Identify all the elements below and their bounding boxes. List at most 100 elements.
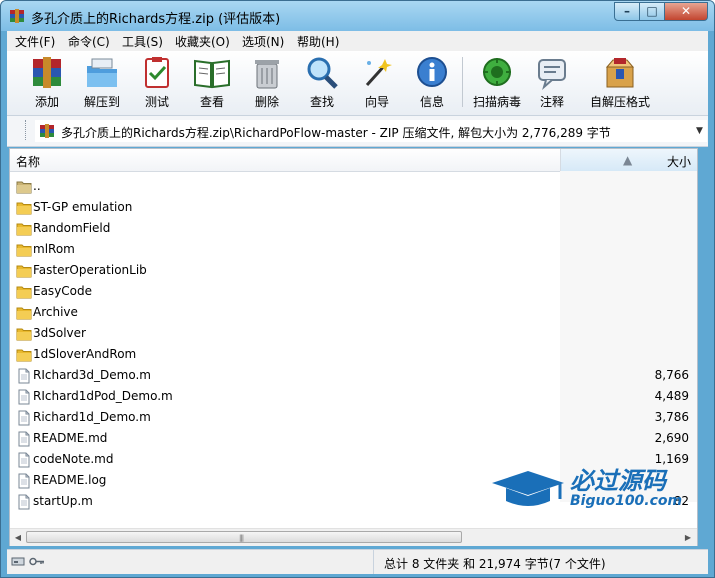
file-name: Archive: [33, 305, 78, 319]
delete-label: 删除: [254, 95, 279, 109]
info-label: 信息: [419, 95, 444, 109]
info-icon: [417, 57, 447, 87]
file-name: ..: [33, 179, 41, 193]
folder-icon: [16, 347, 32, 363]
wizard-label: 向导: [364, 95, 389, 109]
extract-to-button[interactable]: 解压到: [74, 55, 130, 111]
title-bar[interactable]: 多孔介质上的Richards方程.zip (评估版本) – □ ✕: [1, 1, 714, 31]
comment-label: 注释: [539, 95, 564, 109]
file-name: README.md: [33, 431, 108, 445]
key-icon[interactable]: [29, 556, 45, 567]
window-title: 多孔介质上的Richards方程.zip (评估版本): [31, 12, 281, 27]
column-size-label: 大小: [666, 155, 691, 169]
status-summary: 总计 8 文件夹 和 21,974 字节(7 个文件): [384, 557, 606, 571]
watermark-brand: 必过源码: [570, 467, 666, 495]
file-icon: [16, 368, 32, 384]
file-name: 1dSloverAndRom: [33, 347, 137, 361]
list-item[interactable]: RandomField: [10, 218, 697, 239]
watermark-site: Biguo100.com: [570, 493, 683, 509]
list-item[interactable]: FasterOperationLib: [10, 260, 697, 281]
list-item[interactable]: README.md 2,690: [10, 428, 697, 449]
winrar-app-icon: [10, 9, 24, 23]
view-button[interactable]: 查看: [184, 55, 240, 111]
folder-icon: [16, 305, 32, 321]
minimize-button[interactable]: –: [614, 2, 640, 21]
list-item[interactable]: Archive: [10, 302, 697, 323]
file-name: codeNote.md: [33, 452, 114, 466]
folder-icon: [16, 326, 32, 342]
file-name: FasterOperationLib: [33, 263, 147, 277]
list-item[interactable]: RIchard1dPod_Demo.m 4,489: [10, 386, 697, 407]
sfx-icon: [605, 58, 635, 88]
scroll-thumb[interactable]: |||: [26, 531, 462, 543]
virus-scan-button[interactable]: 扫描病毒: [469, 55, 525, 111]
toolbar-separator: [462, 57, 463, 107]
file-name: RIchard1dPod_Demo.m: [33, 389, 173, 403]
maximize-button[interactable]: □: [639, 2, 665, 21]
address-path: 多孔介质上的Richards方程.zip\RichardPoFlow-maste…: [61, 126, 611, 140]
file-name: RandomField: [33, 221, 111, 235]
menu-help[interactable]: 帮助(H): [297, 33, 339, 50]
sfx-button[interactable]: 自解压格式: [587, 55, 653, 111]
list-item[interactable]: mlRom: [10, 239, 697, 260]
comment-button[interactable]: 注释: [524, 55, 580, 111]
add-archive-icon: [33, 57, 61, 88]
delete-button[interactable]: 删除: [239, 55, 295, 111]
file-icon: [16, 410, 32, 426]
menu-options[interactable]: 选项(N): [242, 33, 284, 50]
column-size[interactable]: ▲ 大小: [560, 149, 697, 171]
drive-icon[interactable]: [11, 556, 25, 567]
list-item[interactable]: 1dSloverAndRom: [10, 344, 697, 365]
view-icon: [194, 59, 230, 89]
file-name: README.log: [33, 473, 107, 487]
sfx-label: 自解压格式: [589, 95, 650, 109]
list-item[interactable]: 3dSolver: [10, 323, 697, 344]
file-name: Richard1d_Demo.m: [33, 410, 151, 424]
test-button[interactable]: 测试: [129, 55, 185, 111]
list-item[interactable]: EasyCode: [10, 281, 697, 302]
graduation-cap-icon: [492, 471, 564, 506]
menu-favorites[interactable]: 收藏夹(O): [175, 33, 230, 50]
address-field[interactable]: 多孔介质上的Richards方程.zip\RichardPoFlow-maste…: [35, 120, 707, 142]
file-name: mlRom: [33, 242, 75, 256]
file-name: RIchard3d_Demo.m: [33, 368, 151, 382]
folder-icon: [16, 200, 32, 216]
address-bar: 多孔介质上的Richards方程.zip\RichardPoFlow-maste…: [7, 116, 708, 147]
file-name: ST-GP emulation: [33, 200, 133, 214]
watermark-logo: 必过源码 Biguo100.com: [488, 461, 698, 521]
column-name[interactable]: 名称: [16, 153, 40, 170]
file-size: 4,489: [654, 389, 689, 403]
list-item[interactable]: ST-GP emulation: [10, 197, 697, 218]
winrar-window: 多孔介质上的Richards方程.zip (评估版本) – □ ✕ 文件(F) …: [0, 0, 715, 578]
file-name: 3dSolver: [33, 326, 86, 340]
extract-to-icon: [87, 58, 117, 87]
extract-to-label: 解压到: [83, 95, 120, 109]
list-item[interactable]: RIchard3d_Demo.m 8,766: [10, 365, 697, 386]
find-label: 查找: [309, 95, 334, 109]
wizard-button[interactable]: 向导: [349, 55, 405, 111]
list-header: 名称 ▲ 大小: [10, 149, 697, 172]
address-grip[interactable]: [25, 120, 29, 140]
address-dropdown-icon[interactable]: ▼: [696, 126, 703, 136]
horizontal-scrollbar[interactable]: ◀ ||| ▶: [10, 528, 697, 546]
scroll-grip-icon: |||: [239, 534, 244, 542]
scroll-right-icon[interactable]: ▶: [681, 531, 695, 544]
file-icon: [16, 431, 32, 447]
find-button[interactable]: 查找: [294, 55, 350, 111]
add-button[interactable]: 添加: [19, 55, 75, 111]
folder-icon: [16, 221, 32, 237]
info-button[interactable]: 信息: [404, 55, 460, 111]
scroll-left-icon[interactable]: ◀: [11, 531, 25, 544]
file-icon: [16, 389, 32, 405]
toolbar: 添加 解压到 测试 查看 删除 查找 向导 信息 扫描病毒 注释 自解压格式: [7, 51, 708, 116]
menu-bar: 文件(F) 命令(C) 工具(S) 收藏夹(O) 选项(N) 帮助(H): [7, 31, 708, 51]
menu-tools[interactable]: 工具(S): [122, 33, 163, 50]
comment-icon: [538, 59, 566, 90]
menu-commands[interactable]: 命令(C): [68, 33, 110, 50]
folder-icon: [16, 263, 32, 279]
list-item[interactable]: Richard1d_Demo.m 3,786: [10, 407, 697, 428]
archive-icon: [40, 124, 54, 138]
close-button[interactable]: ✕: [664, 2, 708, 21]
menu-file[interactable]: 文件(F): [15, 33, 55, 50]
list-item[interactable]: ..: [10, 176, 697, 197]
